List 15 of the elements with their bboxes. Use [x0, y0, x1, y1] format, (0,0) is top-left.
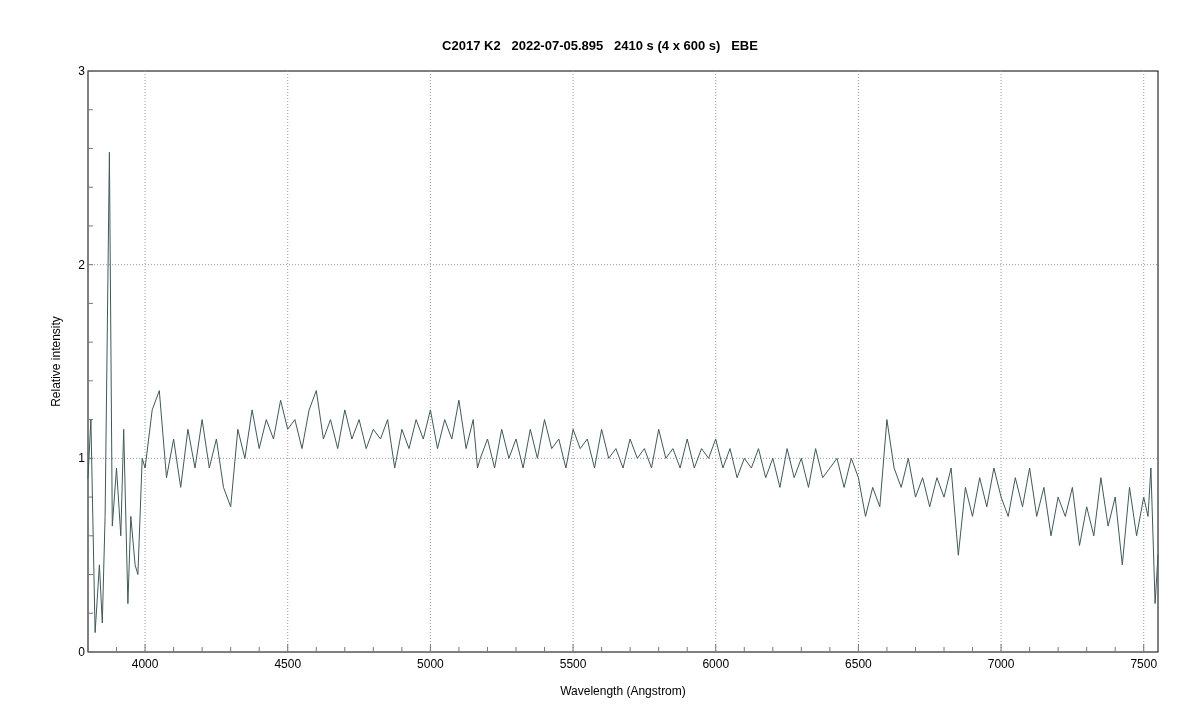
x-tick-label: 4500	[274, 657, 302, 671]
chart-title: C2017 K2 2022-07-05.895 2410 s (4 x 600 s) EBE	[442, 38, 758, 53]
x-tick-label: 7000	[987, 657, 1015, 671]
x-axis-label: Wavelength (Angstrom)	[560, 684, 686, 698]
x-tick-label: 6000	[702, 657, 730, 671]
x-tick-label: 5500	[559, 657, 587, 671]
y-axis-label: Relative intensity	[49, 316, 63, 407]
x-tick-label: 4000	[131, 657, 159, 671]
y-tick-label: 2	[78, 257, 85, 272]
y-tick-label: 0	[78, 645, 85, 659]
y-tick-label: 1	[78, 451, 85, 466]
x-tick-label: 6500	[845, 657, 872, 671]
y-tick-label: 3	[78, 64, 85, 78]
x-tick-label: 5000	[417, 657, 444, 671]
x-tick-label: 7500	[1130, 657, 1158, 671]
